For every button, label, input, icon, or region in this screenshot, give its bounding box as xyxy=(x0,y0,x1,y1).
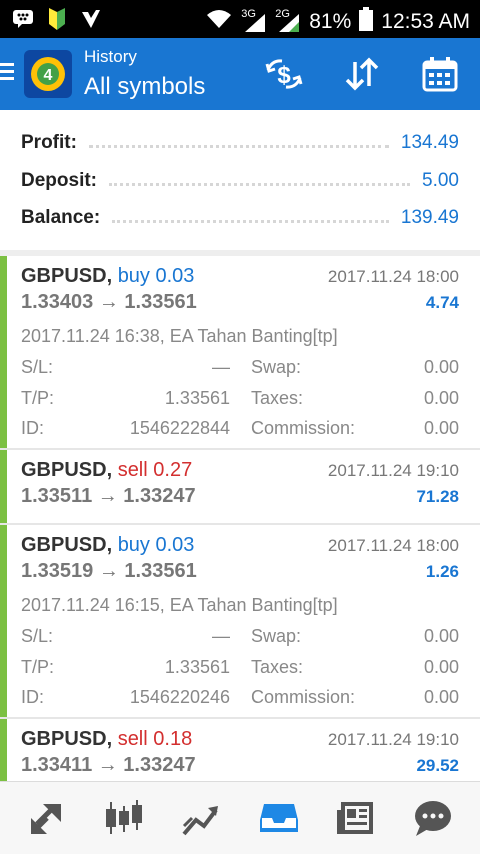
history-icon[interactable] xyxy=(256,795,302,841)
swap-value: 0.00 xyxy=(423,357,459,377)
svg-text:$: $ xyxy=(277,62,291,89)
trade-side: buy xyxy=(117,265,150,287)
check-icon xyxy=(80,8,102,35)
swap-value: 0.00 xyxy=(423,626,459,646)
trade-comment: 2017.11.24 16:15, EA Tahan Banting[tp] xyxy=(21,595,338,615)
wifi-icon xyxy=(205,8,233,36)
id-label: ID: xyxy=(21,687,45,707)
trade-accent-bar xyxy=(0,256,7,448)
currency-exchange-icon[interactable]: $ xyxy=(264,54,304,94)
sl-value: — xyxy=(212,357,230,377)
trade-profit: 4.74 xyxy=(425,293,459,312)
screen-subtitle: History xyxy=(84,47,137,66)
trade-profit: 1.26 xyxy=(425,562,459,581)
trade-close-time: 2017.11.24 18:00 xyxy=(327,536,459,555)
trade-accent-bar xyxy=(0,719,7,781)
sl-label: S/L: xyxy=(21,357,54,377)
trade-volume: 0.27 xyxy=(153,459,193,481)
chart-candles-icon[interactable] xyxy=(101,795,147,841)
balance-row: Balance: 139.49 xyxy=(21,203,459,233)
bottom-navigation xyxy=(0,781,480,854)
battery-icon xyxy=(359,7,374,37)
menu-icon[interactable] xyxy=(0,63,14,84)
trade-volume: 0.03 xyxy=(155,265,195,287)
trade-comment: 2017.11.24 16:38, EA Tahan Banting[tp] xyxy=(21,326,338,346)
tp-label: T/P: xyxy=(21,388,55,408)
id-value: 1546222844 xyxy=(129,418,230,438)
battery-percent: 81% xyxy=(309,10,352,33)
trade-symbol: GBPUSD, sell 0.18 xyxy=(21,728,193,750)
trade-row[interactable]: GBPUSD, sell 0.18 2017.11.24 19:10 1.334… xyxy=(0,719,480,781)
commission-value: 0.00 xyxy=(423,687,459,707)
trade-row[interactable]: GBPUSD, sell 0.27 2017.11.24 19:10 1.335… xyxy=(0,450,480,525)
app-bar: 4 History All symbols $ xyxy=(0,38,480,110)
taxes-value: 0.00 xyxy=(423,388,459,408)
trade-accent-bar xyxy=(0,450,7,523)
profit-value: 134.49 xyxy=(400,132,459,153)
deposit-label: Deposit: xyxy=(21,170,97,191)
trade-prices: 1.33411 → 1.33247 xyxy=(21,754,196,776)
tp-label: T/P: xyxy=(21,657,55,677)
taxes-label: Taxes: xyxy=(251,657,304,677)
news-icon[interactable] xyxy=(333,795,379,841)
dotted-leader xyxy=(88,144,389,148)
taxes-label: Taxes: xyxy=(251,388,304,408)
trade-side: sell xyxy=(117,459,148,481)
trade-prices: 1.33519 → 1.33561 xyxy=(21,560,197,582)
trade-profit: 71.28 xyxy=(416,487,459,506)
trade-profit: 29.52 xyxy=(416,756,459,775)
sl-value: — xyxy=(212,626,230,646)
sl-label: S/L: xyxy=(21,626,54,646)
trade-row[interactable]: GBPUSD, buy 0.03 2017.11.24 18:00 1.3351… xyxy=(0,525,480,719)
tp-value: 1.33561 xyxy=(164,657,230,677)
deposit-value: 5.00 xyxy=(422,170,459,191)
dotted-leader xyxy=(112,219,389,223)
quotes-icon[interactable] xyxy=(24,795,70,841)
trade-row[interactable]: GBPUSD, buy 0.03 2017.11.24 18:00 1.3340… xyxy=(0,256,480,450)
bbm-icon xyxy=(12,9,34,34)
chat-icon[interactable] xyxy=(410,795,456,841)
trade-close-time: 2017.11.24 19:10 xyxy=(327,730,459,749)
trade-list[interactable]: GBPUSD, buy 0.03 2017.11.24 18:00 1.3340… xyxy=(0,256,480,781)
taxes-value: 0.00 xyxy=(423,657,459,677)
profit-label: Profit: xyxy=(21,132,77,153)
trade-side: buy xyxy=(117,534,150,556)
dotted-leader xyxy=(109,182,411,186)
commission-label: Commission: xyxy=(251,418,356,438)
metatrader-logo[interactable]: 4 xyxy=(24,50,72,98)
trade-accent-bar xyxy=(0,525,7,717)
balance-label: Balance: xyxy=(21,207,101,228)
page-title[interactable]: All symbols xyxy=(84,73,205,101)
trade-prices: 1.33403 → 1.33561 xyxy=(21,291,197,313)
deposit-row: Deposit: 5.00 xyxy=(21,166,459,196)
trade-symbol: GBPUSD, buy 0.03 xyxy=(21,265,195,287)
trade-side: sell xyxy=(117,728,148,750)
trade-prices: 1.33511 → 1.33247 xyxy=(21,485,196,507)
id-label: ID: xyxy=(21,418,45,438)
trade-symbol: GBPUSD, sell 0.27 xyxy=(21,459,193,481)
swap-label: Swap: xyxy=(251,626,302,646)
clock: 12:53 AM xyxy=(381,10,470,33)
trade-close-time: 2017.11.24 19:10 xyxy=(327,461,459,480)
status-bar: 3G 2G 81% 12:53 AM xyxy=(0,0,480,38)
trade-close-time: 2017.11.24 18:00 xyxy=(327,267,459,286)
calendar-icon[interactable] xyxy=(420,54,460,94)
balance-value: 139.49 xyxy=(400,207,459,228)
account-summary: Profit: 134.49 Deposit: 5.00 Balance: 13… xyxy=(0,110,480,250)
beginner-mark-icon xyxy=(48,8,66,35)
trade-volume: 0.03 xyxy=(155,534,195,556)
trade-volume: 0.18 xyxy=(153,728,193,750)
signal-3g-icon: 3G xyxy=(241,8,267,34)
sort-icon[interactable] xyxy=(342,54,382,94)
commission-label: Commission: xyxy=(251,687,356,707)
trade-icon[interactable] xyxy=(178,795,224,841)
signal-2g-icon: 2G xyxy=(275,8,301,34)
trade-symbol: GBPUSD, buy 0.03 xyxy=(21,534,195,556)
profit-row: Profit: 134.49 xyxy=(21,128,459,158)
id-value: 1546220246 xyxy=(129,687,230,707)
swap-label: Swap: xyxy=(251,357,302,377)
svg-text:4: 4 xyxy=(44,67,53,84)
commission-value: 0.00 xyxy=(423,418,459,438)
tp-value: 1.33561 xyxy=(164,388,230,408)
